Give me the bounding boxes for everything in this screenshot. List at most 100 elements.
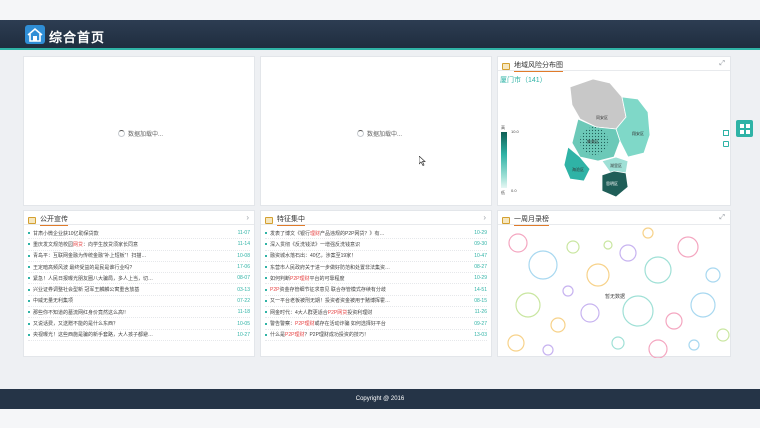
list-item[interactable]: 紧急！人民日报曝光朋友圈八大骗局，多人上当，切… 08-07 xyxy=(28,273,250,285)
list-item-title[interactable]: 又说话费，又送赠不能的是什么东西？ xyxy=(33,320,233,327)
notice-list: 甘肃小微企业获10亿助保贷款 11-07 重庆发文规范校园网贷：向学生放贷须家长同意… xyxy=(28,228,250,341)
bullet-icon xyxy=(28,254,30,257)
bubble-circle xyxy=(642,227,654,239)
list-item[interactable]: 甘肃小微企业获10亿助保贷款 11-07 xyxy=(28,228,250,240)
loading-text: 数据加载中... xyxy=(128,132,164,138)
list-item[interactable]: 警告警察：P2P理财或存在活动诈骗 如何选择好平台 09-27 xyxy=(265,318,487,330)
grid-icon xyxy=(739,129,744,134)
title-text: 青岛平：互联网金融为传统金融“补上短板”！扫描… xyxy=(33,253,147,260)
title-text: 东营市人民政府关于进一步做好防范和处置非法集资… xyxy=(270,264,391,271)
list-item[interactable]: 又说话费，又送赠不能的是什么东西？ 10-05 xyxy=(28,318,250,330)
bubble-circle xyxy=(603,240,613,250)
list-item-date: 13-03 xyxy=(474,331,487,338)
side-menu-button[interactable] xyxy=(736,120,753,137)
list-item-title[interactable]: 甘肃小微企业获10亿助保贷款 xyxy=(33,230,234,237)
bullet-icon xyxy=(28,288,30,291)
bubble-circle xyxy=(508,233,528,253)
list-item[interactable]: 网金时代：4大人群更适合P2P网贷投资利理财 11-26 xyxy=(265,307,487,319)
district-label-tongan: 同安区 xyxy=(596,114,608,120)
title-text: 王定暗高频风波 最终受益的是民是谁行业吗? xyxy=(33,264,133,271)
title-text: 网金时代：4大人群更适合 xyxy=(270,309,328,316)
list-item[interactable]: 王定暗高频风波 最终受益的是民是谁行业吗? 17-06 xyxy=(28,262,250,274)
bubble-circle xyxy=(677,236,699,258)
list-item[interactable]: 什么是P2P理财？P2P理财成功投资的技巧！ 13-03 xyxy=(265,330,487,341)
list-item[interactable]: P2P资金存管细节征求意见 联合存管模式存续有分歧 14-51 xyxy=(265,284,487,296)
loading-panel-2: 数据加载中... xyxy=(260,56,492,206)
list-item[interactable]: 融资城水落石出：40亿，涉案至19家！ 10-47 xyxy=(265,251,487,262)
focus-list: 发表了博文《银行理财产品违规的P2P网贷？》有… 10-29 深入贯彻《反洗钱法》一… xyxy=(265,228,487,341)
list-item-title[interactable]: 融资城水落石出：40亿，涉案至19家！ xyxy=(270,252,470,259)
list-item-date: 10-05 xyxy=(237,320,250,327)
list-item-date: 07-22 xyxy=(237,297,250,304)
list-item[interactable]: 东营市人民政府关于进一步做好防范和处置非法集资… 08-27 xyxy=(265,262,487,274)
loading-text: 数据加载中... xyxy=(367,132,403,138)
list-item[interactable]: 重庆发文规范校园网贷：向学生放贷须家长同意 11-14 xyxy=(28,239,250,251)
bullet-icon xyxy=(28,311,30,314)
bubble-circle xyxy=(690,292,716,318)
bubble-circle xyxy=(716,328,730,342)
top-header: 综合首页 xyxy=(0,20,760,50)
title-text: 又说话费，又送赠不能的是什么东西？ xyxy=(33,321,119,328)
bubble-circle xyxy=(562,285,574,297)
list-item-title[interactable]: 又一平台老板被刑无期！投资者资金被用于赌博挥霍… xyxy=(270,297,470,304)
list-item-date: 10-29 xyxy=(474,275,487,282)
list-item-title[interactable]: 兴业证券调整社会型新 冠军王麟麟公寓重含放基 xyxy=(33,286,233,293)
highlight-keyword: P2P理财 xyxy=(285,332,305,339)
bullet-icon xyxy=(265,288,267,291)
list-item-title[interactable]: 东营市人民政府关于进一步做好防范和处置非法集资… xyxy=(270,264,470,271)
notice-icon xyxy=(28,216,36,224)
home-logo-icon[interactable] xyxy=(25,25,45,44)
empty-data-text: 暂无数据 xyxy=(605,294,626,300)
list-item-title[interactable]: 紧急！人民日报曝光朋友圈八大骗局，多人上当，切… xyxy=(33,275,233,282)
bubble-circle xyxy=(586,263,610,287)
list-item[interactable]: 深入贯彻《反洗钱法》一增强反洗钱意识 09-30 xyxy=(265,239,487,251)
focus-icon xyxy=(265,216,273,224)
list-item[interactable]: 又一平台老板被刑无期！投资者资金被用于赌博挥霍… 08-15 xyxy=(265,296,487,308)
map-list-icon[interactable] xyxy=(723,130,729,136)
bubble-circle xyxy=(507,334,525,352)
list-item[interactable]: 如何判断P2P理财平台的可靠程度 10-29 xyxy=(265,273,487,285)
list-item[interactable]: 青岛平：互联网金融为传统金融“补上短板”！扫描… 10-08 xyxy=(28,251,250,262)
list-item-title[interactable]: 网金时代：4大人群更适合P2P网贷投资利理财 xyxy=(270,309,471,316)
list-item-title[interactable]: 警告警察：P2P理财或存在活动诈骗 如何选择好平台 xyxy=(270,320,470,327)
title-text: 深入贯彻《反洗钱法》一增强反洗钱意识 xyxy=(270,241,361,248)
list-item-title[interactable]: 发表了博文《银行理财产品违规的P2P网贷？》有… xyxy=(270,230,470,237)
list-item-title[interactable]: 什么是P2P理财？P2P理财成功投资的技巧！ xyxy=(270,331,470,338)
list-item-title[interactable]: 那些你不知道的墓流网红身价竟然这么高!! xyxy=(33,309,234,316)
expand-icon[interactable]: ⤢ xyxy=(719,214,725,222)
district-label-xiangan: 翔安区 xyxy=(632,130,644,136)
title-text: 平台的可靠程度 xyxy=(309,275,345,282)
district-label-siming: 思明区 xyxy=(606,181,618,186)
list-item-title[interactable]: 如何判断P2P理财平台的可靠程度 xyxy=(270,275,470,282)
highlight-keyword: P2P网贷 xyxy=(327,309,348,316)
list-item-title[interactable]: 深入贯彻《反洗钱法》一增强反洗钱意识 xyxy=(270,241,470,248)
list-item-title[interactable]: 央视曝光！这些西施是骗的新手套路，大人孩子都避… xyxy=(33,331,233,338)
district-label-jimei: 集美区 xyxy=(587,138,599,144)
list-item-title[interactable]: P2P资金存管细节征求意见 联合存管模式存续有分歧 xyxy=(270,286,470,293)
list-item-date: 11-18 xyxy=(237,309,250,316)
list-item[interactable]: 那些你不知道的墓流网红身价竟然这么高!! 11-18 xyxy=(28,307,250,319)
bubble-circle xyxy=(622,295,654,327)
list-item[interactable]: 发表了博文《银行理财产品违规的P2P网贷？》有… 10-29 xyxy=(265,228,487,240)
bullet-icon xyxy=(265,243,267,246)
list-item-date: 08-15 xyxy=(474,297,487,304)
chevron-right-icon[interactable]: › xyxy=(483,213,486,222)
list-item[interactable]: 中威无量无利集项 07-22 xyxy=(28,296,250,308)
title-text: 投资利理财 xyxy=(347,309,373,316)
district-label-huli: 湖里区 xyxy=(610,162,622,168)
chevron-right-icon[interactable]: › xyxy=(246,213,249,222)
map-panel: 地域风险分布图 ⤢ 厦门市（141） 高 10.0 0.0 低 同安区 翔安区 … xyxy=(497,56,731,206)
list-item[interactable]: 央视曝光！这些西施是骗的新手套路，大人孩子都避… 10-27 xyxy=(28,330,250,341)
list-item-title[interactable]: 中威无量无利集项 xyxy=(33,297,233,304)
spinner-icon xyxy=(357,130,364,137)
highlight-keyword: 理财 xyxy=(310,230,321,237)
map-restore-icon[interactable] xyxy=(723,141,729,147)
bubble-circle xyxy=(566,240,580,254)
page-title[interactable]: 综合首页 xyxy=(49,27,105,46)
list-item-title[interactable]: 重庆发文规范校园网贷：向学生放贷须家长同意 xyxy=(33,241,234,248)
list-item-title[interactable]: 青岛平：互联网金融为传统金融“补上短板”！扫描… xyxy=(33,252,233,259)
bullet-icon xyxy=(265,333,267,336)
list-item-title[interactable]: 王定暗高频风波 最终受益的是民是谁行业吗? xyxy=(33,264,233,271)
list-item[interactable]: 兴业证券调整社会型新 冠军王麟麟公寓重含放基 03-13 xyxy=(28,284,250,296)
bubble-circle xyxy=(580,303,600,323)
